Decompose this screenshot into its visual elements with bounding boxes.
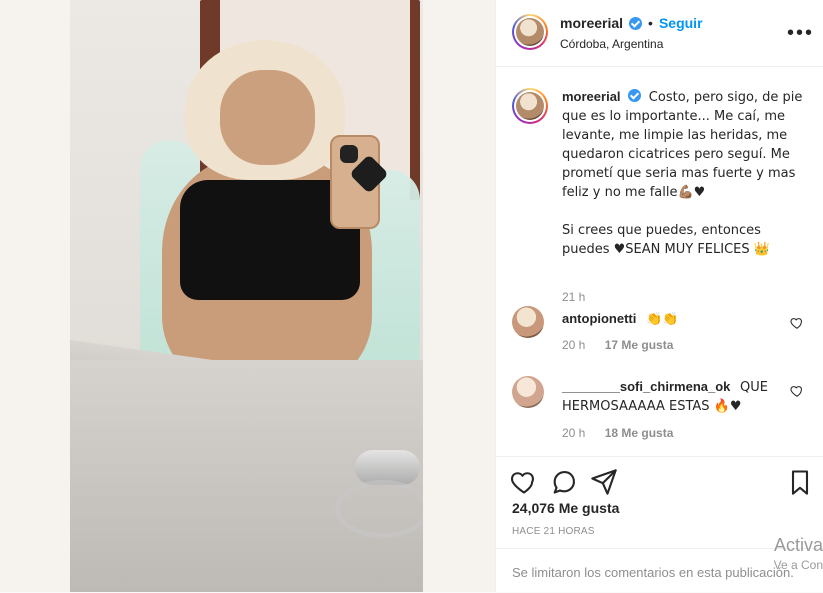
caption-author-avatar-photo bbox=[516, 92, 544, 120]
author-avatar-photo bbox=[516, 18, 544, 46]
caption-body: Costo, pero sigo, de pie que es lo impor… bbox=[562, 90, 803, 257]
caption-author-avatar-inner bbox=[514, 90, 546, 122]
comment-likes[interactable]: 17 Me gusta bbox=[605, 338, 674, 352]
likes-count[interactable]: 24,076 Me gusta bbox=[512, 500, 619, 516]
follow-button[interactable]: Seguir bbox=[659, 15, 703, 31]
caption-text: moreerial Costo, pero sigo, de pie que e… bbox=[562, 88, 812, 259]
heart-outline-svg bbox=[790, 318, 802, 329]
heart-outline-icon[interactable] bbox=[790, 384, 804, 398]
author-name-row: moreerial • Seguir bbox=[560, 15, 703, 31]
verified-badge-icon bbox=[628, 89, 642, 102]
bookmark-svg bbox=[791, 470, 809, 495]
comment-avatar[interactable] bbox=[512, 306, 544, 338]
comments-limited-bar: Se limitaron los comentarios en esta pub… bbox=[496, 548, 823, 593]
photo-person-face bbox=[220, 70, 315, 165]
share-icon[interactable] bbox=[590, 468, 618, 496]
comment-age: 20 h bbox=[562, 426, 586, 440]
author-avatar-inner bbox=[514, 16, 546, 48]
share-svg bbox=[591, 469, 617, 495]
post-photo bbox=[70, 0, 423, 592]
comment-likes[interactable]: 18 Me gusta bbox=[605, 426, 674, 440]
caption-username[interactable]: moreerial bbox=[562, 89, 621, 104]
comment-svg bbox=[553, 471, 575, 494]
comment-item: antopionetti 👏👏 20 h 17 Me gusta bbox=[496, 304, 823, 364]
verified-badge-icon bbox=[629, 16, 643, 30]
post-actions-bar bbox=[496, 456, 823, 505]
comment-icon[interactable] bbox=[550, 468, 578, 496]
comment-item: ________sofi_chirmena_ok QUE HERMOSAAAAA… bbox=[496, 372, 823, 456]
comment-text: antopionetti 👏👏 bbox=[562, 310, 782, 329]
posted-ago: HACE 21 HORAS bbox=[512, 526, 595, 537]
more-options-icon[interactable]: ••• bbox=[787, 22, 814, 45]
comment-meta: 20 h 17 Me gusta bbox=[562, 338, 673, 352]
comment-text: ________sofi_chirmena_ok QUE HERMOSAAAAA… bbox=[562, 378, 782, 416]
comment-username[interactable]: antopionetti bbox=[562, 311, 636, 326]
post-location[interactable]: Córdoba, Argentina bbox=[560, 37, 663, 51]
author-username[interactable]: moreerial bbox=[560, 15, 623, 31]
caption-author-avatar[interactable] bbox=[512, 88, 548, 124]
post-side-panel: moreerial • Seguir Córdoba, Argentina ••… bbox=[495, 0, 823, 592]
heart-svg bbox=[510, 472, 534, 494]
heart-outline-svg bbox=[790, 386, 802, 397]
bookmark-icon[interactable] bbox=[786, 468, 814, 496]
photo-phone-camera bbox=[340, 145, 358, 163]
post-header: moreerial • Seguir Córdoba, Argentina ••… bbox=[496, 0, 823, 67]
comment-meta: 20 h 18 Me gusta bbox=[562, 426, 673, 440]
separator-dot: • bbox=[648, 15, 653, 31]
author-avatar[interactable] bbox=[512, 14, 548, 50]
comment-avatar[interactable] bbox=[512, 376, 544, 408]
post-comments-area[interactable]: moreerial Costo, pero sigo, de pie que e… bbox=[496, 66, 823, 456]
comment-age: 20 h bbox=[562, 338, 586, 352]
post-media bbox=[0, 0, 495, 592]
comment-username[interactable]: ________sofi_chirmena_ok bbox=[562, 379, 730, 394]
photo-soapdish bbox=[335, 480, 423, 538]
caption-age: 21 h bbox=[562, 290, 586, 304]
comment-body: 👏👏 bbox=[646, 312, 679, 327]
comments-limited-text: Se limitaron los comentarios en esta pub… bbox=[512, 565, 794, 580]
heart-outline-icon[interactable] bbox=[790, 316, 804, 330]
heart-icon[interactable] bbox=[510, 468, 538, 496]
caption-block: moreerial Costo, pero sigo, de pie que e… bbox=[496, 88, 823, 328]
